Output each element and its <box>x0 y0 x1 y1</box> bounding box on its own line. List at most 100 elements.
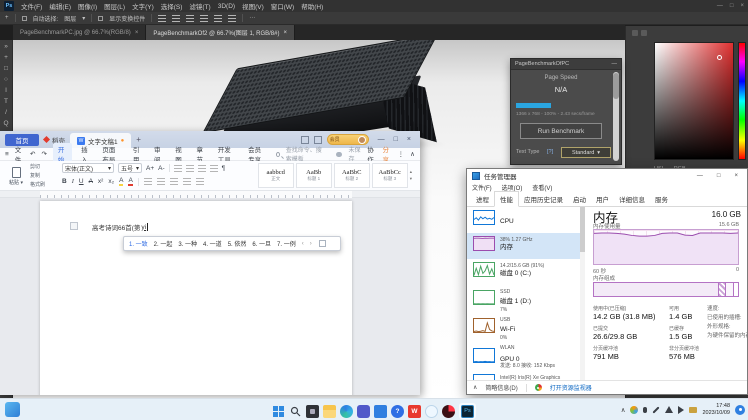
object-anchor-icon[interactable] <box>70 222 78 230</box>
store-icon[interactable] <box>374 405 387 418</box>
benchmark-panel-titlebar[interactable]: PageBenchmarkOfPC — <box>511 59 621 70</box>
style-heading2[interactable]: AaBbC 标题 2 <box>334 163 370 188</box>
tm-minimize-button[interactable]: — <box>697 173 703 179</box>
tm-tab-startup[interactable]: 启动 <box>568 192 591 206</box>
fewer-details-button[interactable]: 简略信息(D) <box>485 383 517 392</box>
collapse-ribbon-icon[interactable]: ∧ <box>410 150 415 158</box>
ps-menu-type[interactable]: 文字(Y) <box>132 1 154 11</box>
ps-menu-3d[interactable]: 3D(D) <box>218 3 235 10</box>
ime-next-page-icon[interactable]: › <box>310 241 312 247</box>
italic-button[interactable]: I <box>72 178 74 185</box>
ps-menu-edit[interactable]: 编辑(E) <box>49 1 71 11</box>
line-spacing-icon[interactable] <box>196 178 204 185</box>
ps-menu-window[interactable]: 窗口(W) <box>271 1 294 11</box>
undo-icon[interactable]: ↶ <box>30 150 35 158</box>
sidebar-item-wifi[interactable]: Wi-FiWLAN发送: 8.0 接收: 152 Kbps <box>467 315 580 345</box>
ps-close-button[interactable]: × <box>740 3 744 9</box>
tm-titlebar[interactable]: 任务管理器 — □ × <box>467 169 747 183</box>
document-tab-1-close-icon[interactable]: × <box>135 30 139 36</box>
decrease-indent-icon[interactable] <box>198 165 206 172</box>
align-left-icon[interactable] <box>158 15 166 22</box>
superscript-button[interactable]: x² <box>98 178 103 185</box>
redo-icon[interactable]: ↷ <box>41 150 46 158</box>
ime-candidate-1[interactable]: 1. 一致 <box>129 239 148 248</box>
wps-close-button[interactable]: × <box>407 136 411 143</box>
document-tab-2[interactable]: PageBenchmarkOf2 @ 66.7%(图层 1, RGB/8#) × <box>146 25 295 40</box>
subscript-button[interactable]: x₂ <box>108 178 114 185</box>
document-tab-1[interactable]: PageBenchmarkPC.jpg @ 66.7%(RGB/8) × <box>13 25 146 40</box>
ime-candidate-2[interactable]: 2. 一起 <box>154 239 173 248</box>
sidebar-item-cpu[interactable]: CPU38% 1.27 GHz <box>467 207 580 233</box>
copy-button[interactable]: 复制 <box>30 172 45 179</box>
speaker-icon[interactable] <box>678 406 684 414</box>
tm-tab-processes[interactable]: 进程 <box>471 192 494 206</box>
show-transform-checkbox[interactable] <box>98 16 103 21</box>
ps-menu-view[interactable]: 视图(V) <box>242 1 264 11</box>
pen-tool-icon[interactable]: / <box>5 109 7 116</box>
split-view-icon[interactable] <box>314 136 322 144</box>
memory-composition-bar[interactable] <box>593 282 739 297</box>
kebab-menu-icon[interactable]: ⋮ <box>398 150 405 158</box>
task-view-icon[interactable] <box>306 405 319 418</box>
type-tool-icon[interactable]: T <box>4 98 8 105</box>
ime-candidate-6[interactable]: 6. 一旦 <box>252 239 271 248</box>
teams-icon[interactable] <box>357 405 370 418</box>
sidebar-item-disk0[interactable]: 磁盘 0 (C:)SSD7% <box>467 259 580 287</box>
align-center-icon[interactable] <box>157 178 165 185</box>
ime-prev-page-icon[interactable]: ‹ <box>302 241 304 247</box>
auto-select-checkbox[interactable] <box>22 16 27 21</box>
auto-select-caret-icon[interactable]: ▾ <box>82 15 85 22</box>
highlight-color-button[interactable]: A <box>119 177 123 186</box>
ps-menu-filter[interactable]: 滤镜(T) <box>189 1 210 11</box>
layout-toggle-icon[interactable] <box>301 136 309 144</box>
notification-icon[interactable] <box>735 405 745 415</box>
start-button[interactable] <box>272 405 285 418</box>
search-icon[interactable] <box>289 405 302 418</box>
align-left-icon[interactable] <box>144 178 152 185</box>
ime-candidate-4[interactable]: 4. 一道 <box>203 239 222 248</box>
more-options-icon[interactable]: ··· <box>249 15 255 21</box>
style-heading1[interactable]: AaBb 标题 1 <box>296 163 332 188</box>
ps-menu-file[interactable]: 文件(F) <box>21 1 42 11</box>
sidebar-item-gpu0[interactable]: GPU 0Intel(R) Iris(R) Xe Graphics1% <box>467 345 580 371</box>
align-right-icon[interactable] <box>170 178 178 185</box>
security-app-icon[interactable] <box>442 405 455 418</box>
sidebar-scrollbar[interactable] <box>580 207 585 380</box>
increase-indent-icon[interactable] <box>210 165 218 172</box>
ps-menu-select[interactable]: 选择(S) <box>161 1 183 11</box>
photoshop-taskbar-active[interactable]: Ps <box>459 403 476 419</box>
ime-candidate-5[interactable]: 5. 依然 <box>228 239 247 248</box>
benchmark-scrollbar-thumb[interactable] <box>613 73 619 99</box>
eyedropper-tool-icon[interactable]: I <box>5 87 7 94</box>
panel-collapse-icon[interactable] <box>632 30 638 36</box>
tm-tab-services[interactable]: 服务 <box>650 192 673 206</box>
align-center-icon[interactable] <box>172 15 180 22</box>
tray-folder-icon[interactable] <box>689 407 697 413</box>
ime-tool-icon[interactable] <box>319 240 326 247</box>
auto-select-value[interactable]: 图层 <box>64 14 76 23</box>
shrink-font-button[interactable]: A- <box>158 165 165 172</box>
distribute-middle-icon[interactable] <box>214 15 222 22</box>
numbered-list-icon[interactable] <box>186 165 194 172</box>
sidebar-item-memory[interactable]: 内存14.2/15.6 GB (91%) <box>467 233 580 259</box>
font-size-select[interactable]: 五号 ▾ <box>118 163 142 173</box>
font-name-select[interactable]: 宋体(正文) ▾ <box>62 163 114 173</box>
messenger-icon[interactable] <box>425 405 438 418</box>
run-benchmark-button[interactable]: Run Benchmark <box>520 123 602 139</box>
file-explorer-icon[interactable] <box>323 405 336 418</box>
fewer-details-chevron-icon[interactable]: ∧ <box>473 384 477 391</box>
style-gallery-down-icon[interactable]: ▾ <box>410 176 412 182</box>
edge-browser-icon[interactable] <box>340 405 353 418</box>
taskbar-clock[interactable]: 17:48 2023/10/09 <box>702 403 730 416</box>
ps-maximize-button[interactable]: □ <box>730 3 734 9</box>
open-resource-monitor-link[interactable]: 打开资源监视器 <box>550 383 592 392</box>
distribute-bottom-icon[interactable] <box>228 15 236 22</box>
help-icon[interactable]: [?] <box>547 149 553 155</box>
wps-minimize-button[interactable]: — <box>378 136 385 143</box>
avatar[interactable] <box>358 136 366 144</box>
tm-tab-app-history[interactable]: 应用历史记录 <box>519 192 568 206</box>
ime-candidate-7[interactable]: 7. 一例 <box>277 239 296 248</box>
benchmark-panel-minimize-icon[interactable]: — <box>612 61 618 67</box>
ps-menu-help[interactable]: 帮助(H) <box>301 1 323 11</box>
tm-tab-users[interactable]: 用户 <box>591 192 614 206</box>
